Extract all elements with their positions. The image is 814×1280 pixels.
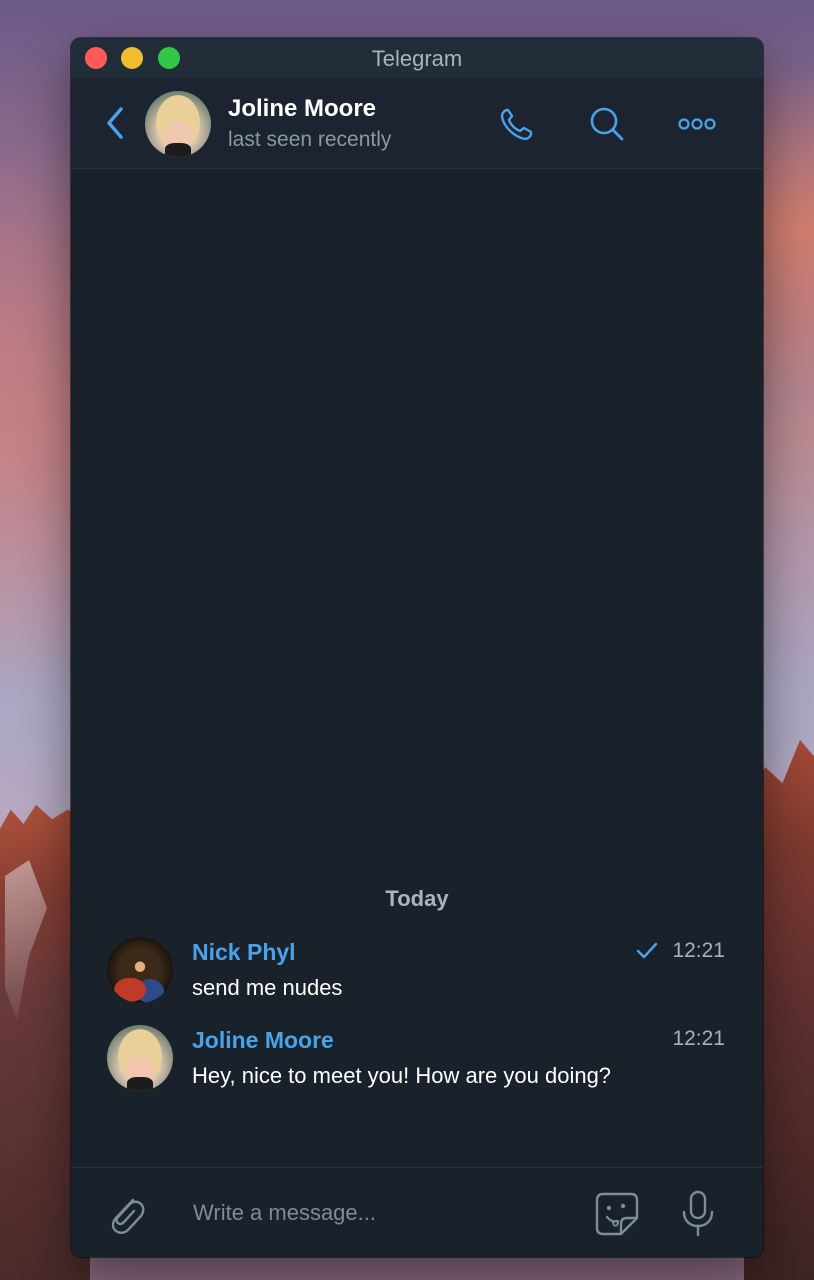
microphone-icon (682, 1190, 714, 1237)
message-time: 12:21 (672, 1027, 725, 1050)
sender-name[interactable]: Joline Moore (192, 1027, 334, 1054)
search-button[interactable] (587, 104, 627, 144)
message-history[interactable]: Today Nick Phyl send me nudes 12:21 Joli… (71, 169, 763, 1167)
contact-name[interactable]: Joline Moore (228, 95, 376, 123)
more-options-button[interactable] (677, 104, 717, 144)
read-check-icon (636, 942, 658, 959)
sticker-icon (595, 1192, 639, 1236)
title-bar: Telegram (71, 38, 763, 78)
paperclip-icon (111, 1198, 145, 1234)
sender-avatar[interactable] (107, 1025, 173, 1091)
window-title: Telegram (371, 46, 463, 71)
call-button[interactable] (497, 104, 537, 144)
message-input[interactable] (191, 1192, 575, 1234)
search-icon (590, 107, 624, 141)
contact-status: last seen recently (228, 128, 392, 151)
telegram-window: Telegram Joline Moore last seen recently (71, 38, 763, 1257)
phone-icon (500, 108, 533, 141)
voice-record-button[interactable] (677, 1188, 719, 1240)
attach-button[interactable] (103, 1188, 149, 1238)
message-text: send me nudes (192, 975, 343, 1000)
date-divider: Today (385, 886, 449, 911)
message-time: 12:21 (672, 939, 725, 962)
message-composer (71, 1167, 763, 1257)
sender-name[interactable]: Nick Phyl (192, 939, 296, 966)
back-button[interactable] (99, 103, 135, 143)
more-icon (678, 118, 716, 130)
chevron-left-icon (107, 107, 123, 139)
message-text: Hey, nice to meet you! How are you doing… (192, 1063, 612, 1088)
sticker-button[interactable] (591, 1188, 643, 1240)
sender-avatar[interactable] (107, 937, 173, 1003)
chat-header: Joline Moore last seen recently (71, 78, 763, 169)
contact-avatar[interactable] (145, 91, 211, 157)
